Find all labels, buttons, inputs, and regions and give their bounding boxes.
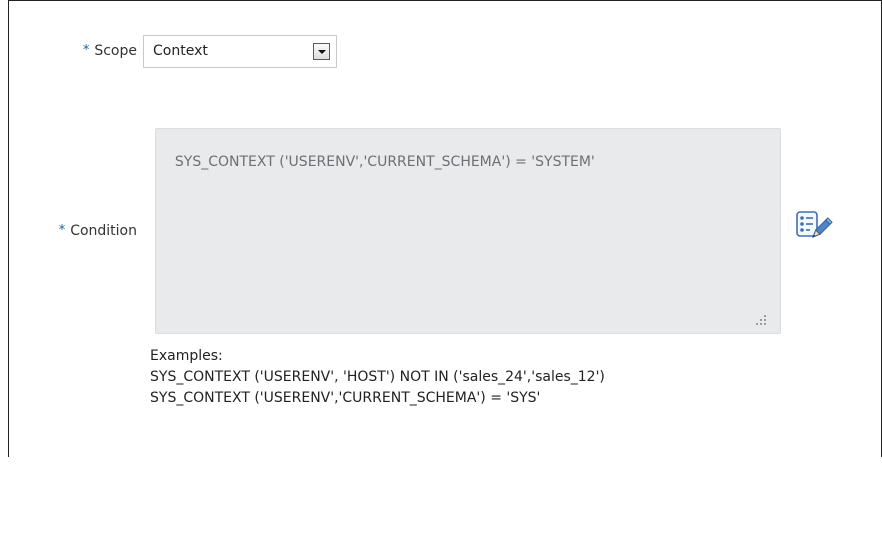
chevron-down-icon[interactable] bbox=[313, 43, 330, 60]
resize-grip-icon[interactable] bbox=[754, 313, 766, 325]
required-marker: * bbox=[82, 43, 90, 58]
condition-textarea[interactable]: SYS_CONTEXT ('USERENV','CURRENT_SCHEMA')… bbox=[155, 128, 781, 334]
scope-select[interactable]: Context bbox=[143, 35, 337, 68]
required-marker: * bbox=[58, 223, 66, 238]
scope-label: * Scope bbox=[83, 43, 137, 59]
condition-label: * Condition bbox=[59, 223, 137, 239]
condition-text: SYS_CONTEXT ('USERENV','CURRENT_SCHEMA')… bbox=[174, 154, 595, 170]
scope-label-text: Scope bbox=[94, 43, 137, 59]
scope-select-value: Context bbox=[153, 43, 208, 59]
condition-label-text: Condition bbox=[70, 223, 137, 239]
condition-builder-edit-icon[interactable] bbox=[795, 210, 839, 250]
example-line: SYS_CONTEXT ('USERENV','CURRENT_SCHEMA')… bbox=[150, 390, 541, 406]
examples-heading: Examples: bbox=[150, 348, 223, 364]
example-line: SYS_CONTEXT ('USERENV', 'HOST') NOT IN (… bbox=[150, 369, 605, 385]
examples-block: Examples: SYS_CONTEXT ('USERENV', 'HOST'… bbox=[150, 346, 605, 409]
